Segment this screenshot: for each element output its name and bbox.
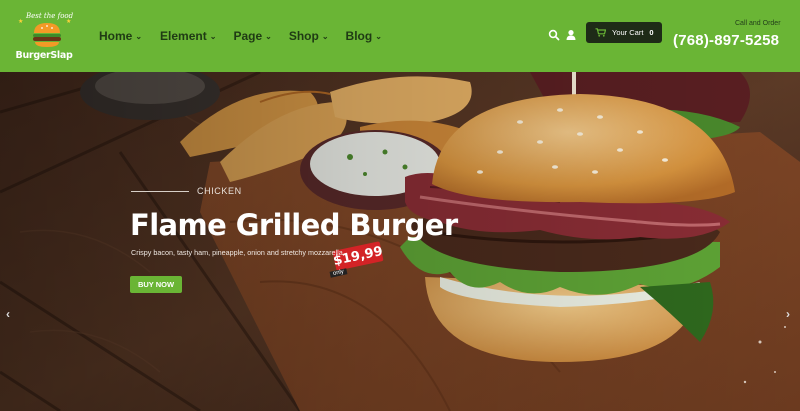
nav-item-label: Page [233, 29, 263, 43]
cart-icon [595, 28, 606, 37]
chevron-left-icon[interactable]: ‹ [6, 307, 10, 321]
logo-name: BurgerSlap [15, 50, 73, 61]
hero-kicker: CHICKEN [197, 186, 242, 196]
kicker-divider [131, 191, 189, 192]
call-label: Call and Order [735, 20, 781, 27]
search-icon[interactable] [548, 29, 560, 41]
chevron-down-icon: ⌄ [209, 31, 217, 41]
chevron-down-icon: ⌄ [135, 31, 143, 41]
nav-item-home[interactable]: Home ⌄ [99, 28, 142, 44]
main-nav: Home ⌄ Element ⌄ Page ⌄ Shop ⌄ Blog ⌄ [99, 28, 399, 44]
site-header: ★ ★ Best the food BurgerSlap Home ⌄ Eleme… [0, 0, 800, 72]
nav-item-label: Shop [288, 29, 319, 43]
hero-title: Flame Grilled Burger [130, 208, 458, 242]
star-icon: ★ [18, 19, 24, 25]
nav-item-label: Blog [345, 29, 373, 43]
cart-count: 0 [649, 28, 654, 37]
chevron-down-icon: ⌄ [265, 31, 272, 41]
logo-tagline: Best the food [26, 12, 74, 20]
chevron-down-icon: ⌄ [375, 31, 382, 41]
nav-item-label: Home [99, 29, 133, 43]
user-icon[interactable] [565, 29, 577, 41]
nav-item-label: Element [160, 29, 207, 43]
hero-subtitle: Crispy bacon, tasty ham, pineapple, onio… [131, 248, 345, 257]
cart-label: Your Cart [612, 28, 644, 37]
phone-number[interactable]: (768)-897-5258 [673, 32, 779, 49]
nav-item-element[interactable]: Element ⌄ [160, 28, 216, 44]
logo[interactable]: ★ ★ Best the food BurgerSlap [14, 6, 74, 66]
chevron-down-icon: ⌄ [321, 31, 329, 41]
nav-item-shop[interactable]: Shop ⌄ [289, 28, 329, 44]
burger-logo-icon [33, 23, 61, 47]
cart-button[interactable]: Your Cart 0 [586, 22, 662, 43]
nav-item-page[interactable]: Page ⌄ [233, 28, 271, 44]
chevron-right-icon[interactable]: › [786, 307, 790, 321]
buy-now-button[interactable]: BUY NOW [130, 276, 182, 293]
nav-item-blog[interactable]: Blog ⌄ [346, 28, 382, 44]
